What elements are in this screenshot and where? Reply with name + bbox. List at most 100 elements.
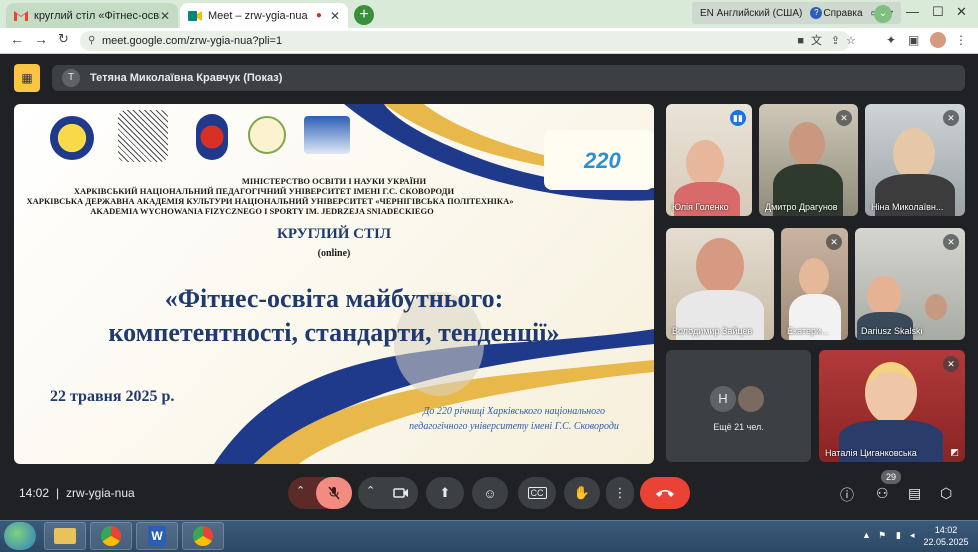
explorer-taskbar-button[interactable] <box>44 522 86 550</box>
forward-icon[interactable]: → <box>34 31 48 47</box>
chevron-down-icon[interactable]: ⌄ <box>874 5 892 23</box>
clock-time: 14:02 <box>934 525 958 535</box>
tab-meet[interactable]: Meet – zrw-ygia-nua ● ✕ <box>180 3 348 28</box>
share-icon[interactable]: ⇪ <box>831 31 840 51</box>
chrome-icon <box>101 526 121 546</box>
network-icon[interactable]: ⚑ <box>878 530 886 541</box>
participant-tile[interactable]: ✕ Dariusz Skalski <box>855 228 965 340</box>
mic-options-icon[interactable]: ⌃ <box>296 484 305 497</box>
language-bar[interactable]: EN Английский (США) ? Справка ▭ ▾ <box>692 2 902 24</box>
event-format: (online) <box>317 248 351 259</box>
mic-slash-icon <box>328 486 340 500</box>
participant-video <box>799 258 829 296</box>
participant-avatar: Н <box>710 386 736 412</box>
new-tab-button[interactable]: + <box>354 5 374 25</box>
org-line: ХАРКІВСЬКИЙ НАЦІОНАЛЬНИЙ ПЕДАГОГІЧНИЙ УН… <box>73 186 455 196</box>
slide-title-line1: «Фітнес-освіта майбутнього: <box>164 284 504 313</box>
university-logo <box>50 116 94 160</box>
academy-logo <box>118 110 168 162</box>
menu-dots-icon[interactable]: ⋮ <box>955 33 967 47</box>
signal-icon[interactable]: ▮ <box>896 530 901 541</box>
chrome-taskbar-button[interactable] <box>182 522 224 550</box>
pin-icon[interactable]: ◩ <box>950 447 959 458</box>
info-icon[interactable]: ⓘ <box>840 485 854 505</box>
meeting-code: zrw-ygia-nua <box>66 486 135 500</box>
participant-tile[interactable]: ✕ Дмитро Драгунов <box>759 104 858 216</box>
reactions-button[interactable]: ☺ <box>472 477 508 509</box>
tray-expand-icon[interactable]: ▲ <box>862 530 871 540</box>
recording-icon: ● <box>315 10 322 21</box>
system-clock[interactable]: 14:02 22.05.2025 <box>920 524 972 548</box>
minimize-icon[interactable]: — <box>906 4 919 19</box>
meet-icon <box>188 9 202 23</box>
camera-button[interactable] <box>384 477 418 509</box>
bookmark-star-icon[interactable]: ☆ <box>846 31 856 51</box>
present-screen-icon: ⬆ <box>439 485 451 500</box>
org-line: AKADEMIA WYCHOWANIA FIZYCZNEGO I SPORTY … <box>90 206 434 216</box>
participant-avatar <box>738 386 764 412</box>
chat-icon[interactable]: ▤ <box>908 485 921 502</box>
participant-video <box>696 238 744 294</box>
reload-icon[interactable]: ↻ <box>58 31 69 47</box>
address-bar[interactable]: ⚲ meet.google.com/zrw-ygia-nua?pli=1 ■ 文… <box>80 31 856 51</box>
org-line: МІНІСТЕРСТВО ОСВІТИ І НАУКИ УКРАЇНИ <box>241 176 427 186</box>
extensions-icon[interactable]: ✦ <box>886 33 896 47</box>
chrome-taskbar-button[interactable] <box>90 522 132 550</box>
url-text: meet.google.com/zrw-ygia-nua?pli=1 <box>102 35 283 47</box>
speaking-indicator-icon: ▮▮ <box>730 110 746 126</box>
people-icon[interactable]: ⚇ <box>876 485 889 502</box>
participant-tile[interactable]: ✕ Екатери... <box>781 228 848 340</box>
more-participants-tile[interactable]: Н Ещё 21 чел. <box>666 350 811 462</box>
participant-video <box>893 128 935 180</box>
mic-off-icon: ✕ <box>943 110 959 126</box>
close-tab-icon[interactable]: ✕ <box>330 9 340 23</box>
captions-button[interactable]: CC <box>518 477 556 509</box>
video-camera-icon <box>393 488 408 498</box>
word-icon: W <box>148 526 166 546</box>
participant-name: Наталія Циганковська <box>825 448 917 458</box>
mic-off-icon: ✕ <box>943 234 959 250</box>
end-call-icon <box>656 490 674 497</box>
start-button[interactable] <box>4 522 36 550</box>
meeting-time: 14:02 <box>19 486 50 500</box>
anniversary-text: До 220 річниці Харківського національног… <box>384 404 644 434</box>
back-icon[interactable]: ← <box>10 31 24 47</box>
volume-icon[interactable]: ◂ <box>910 530 915 541</box>
maximize-icon[interactable]: ☐ <box>932 4 944 20</box>
close-window-icon[interactable]: ✕ <box>956 4 967 20</box>
presenter-name: Тетяна Миколаївна Кравчук (Показ) <box>90 72 283 84</box>
activities-icon[interactable]: ⬡ <box>940 485 952 502</box>
awf-logo <box>304 116 350 154</box>
camera-options-icon[interactable]: ⌃ <box>366 484 375 497</box>
participant-name: Екатери... <box>787 326 829 336</box>
presentation-icon[interactable]: ▦ <box>14 64 40 92</box>
word-taskbar-button[interactable]: W <box>136 522 178 550</box>
close-tab-icon[interactable]: ✕ <box>160 9 170 23</box>
participant-tile[interactable]: ✕ Наталія Циганковська ◩ <box>819 350 965 462</box>
participant-tile[interactable]: ▮▮ Юлія Голенко <box>666 104 752 216</box>
participant-video <box>865 362 917 424</box>
language-label: EN Английский (США) <box>700 7 803 19</box>
folder-icon <box>54 528 76 544</box>
participant-video <box>789 122 825 166</box>
gmail-icon <box>14 9 28 23</box>
participant-name: Dariusz Skalski <box>861 326 923 336</box>
participant-tile[interactable]: ✕ Ніна Миколаївн... <box>865 104 965 216</box>
participant-video <box>925 294 947 320</box>
tab-gmail[interactable]: круглий стіл «Фітнес-освіта майб ✕ <box>6 3 178 28</box>
participant-tile[interactable]: Володимир Зайцев <box>666 228 774 340</box>
org-line: ХАРКІВСЬКА ДЕРЖАВНА АКАДЕМІЯ КУЛЬТУРИ НА… <box>26 196 514 206</box>
leave-call-button[interactable] <box>640 477 690 509</box>
site-info-icon[interactable]: ⚲ <box>88 31 95 51</box>
camera-indicator-icon[interactable]: ■ <box>797 31 804 51</box>
profile-avatar[interactable] <box>930 32 946 48</box>
mic-off-button[interactable] <box>316 477 352 509</box>
raise-hand-button[interactable]: ✋ <box>564 477 600 509</box>
participant-name: Юлія Голенко <box>672 202 729 212</box>
side-panel-icon[interactable]: ▣ <box>908 33 919 47</box>
more-options-button[interactable]: ⋮ <box>606 477 634 509</box>
people-count-badge: 29 <box>881 470 901 484</box>
translate-icon[interactable]: 文 <box>811 31 822 51</box>
present-button[interactable]: ⬆ <box>426 477 464 509</box>
captions-icon: CC <box>527 487 547 499</box>
